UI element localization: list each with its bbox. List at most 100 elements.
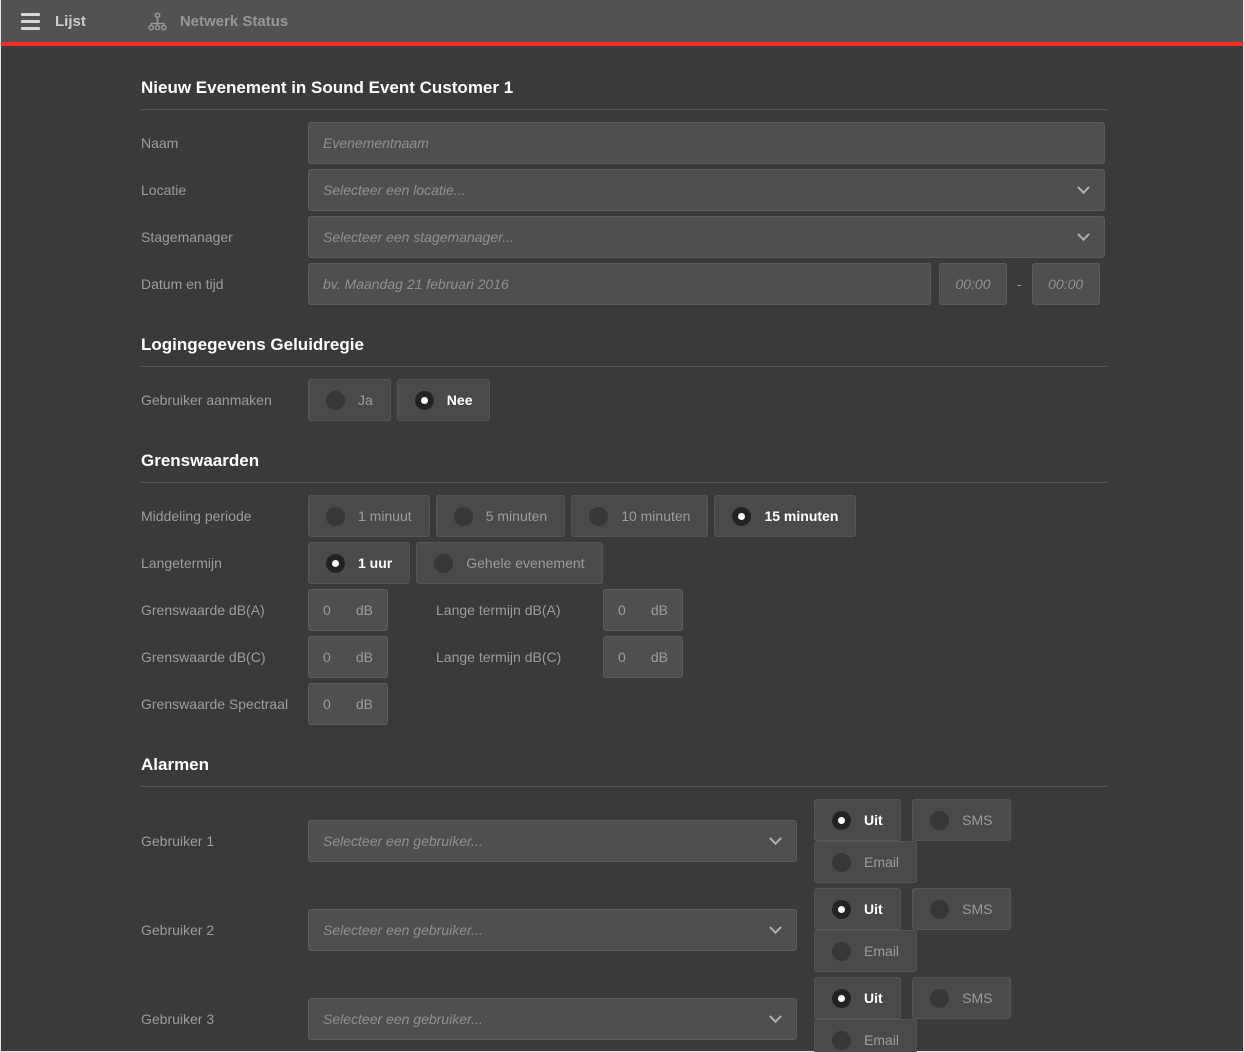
radio-icon <box>832 811 851 830</box>
gebruiker-aanmaken-label: Gebruiker aanmaken <box>141 392 308 408</box>
naam-input[interactable] <box>308 122 1105 164</box>
grenswaarde-dbc-value[interactable] <box>323 649 345 665</box>
gebruiker-2-label: Gebruiker 2 <box>141 922 308 938</box>
grenswaarde-dba-label: Grenswaarde dB(A) <box>141 602 308 618</box>
app-window: Lijst Netwerk Status Nieuw Evenement in … <box>0 0 1244 1052</box>
lange-termijn-dbc-label: Lange termijn dB(C) <box>436 649 603 665</box>
gebruiker-select-placeholder: Selecteer een gebruiker... <box>323 922 483 938</box>
grenswaarde-spectraal-value[interactable] <box>323 696 345 712</box>
gebruiker-1-select[interactable]: Selecteer een gebruiker... <box>308 820 797 862</box>
stagemanager-label: Stagemanager <box>141 229 308 245</box>
field-row-locatie: Locatie Selecteer een locatie... <box>141 169 1107 211</box>
top-navigation-bar: Lijst Netwerk Status <box>1 0 1243 42</box>
grenswaarde-dbc-label: Grenswaarde dB(C) <box>141 649 308 665</box>
radio-icon <box>930 900 949 919</box>
toggle-sms[interactable]: SMS <box>912 799 1010 841</box>
alarm-row-gebruiker-1: Gebruiker 1 Selecteer een gebruiker... U… <box>141 799 1107 883</box>
gebruiker-select-placeholder: Selecteer een gebruiker... <box>323 1011 483 1027</box>
lange-termijn-dbc-value[interactable] <box>618 649 640 665</box>
toggle-uit[interactable]: Uit <box>814 799 901 841</box>
gebruiker-1-label: Gebruiker 1 <box>141 833 308 849</box>
section-grenswaarden: Grenswaarden Middeling periode 1 minuut … <box>141 451 1107 725</box>
menu-toggle[interactable]: Lijst <box>21 13 86 30</box>
alarm-row-gebruiker-2: Gebruiker 2 Selecteer een gebruiker... U… <box>141 888 1107 972</box>
toggle-email[interactable]: Email <box>814 1019 917 1052</box>
radio-icon <box>832 989 851 1008</box>
toggle-email[interactable]: Email <box>814 930 917 972</box>
radio-icon <box>415 391 434 410</box>
radio-icon <box>832 900 851 919</box>
radio-icon <box>326 507 345 526</box>
lange-termijn-dbc-input[interactable]: dB <box>603 636 683 678</box>
grenswaarde-dba-input[interactable]: dB <box>308 589 388 631</box>
naam-label: Naam <box>141 135 308 151</box>
chevron-down-icon <box>769 921 782 934</box>
page-title: Nieuw Evenement in Sound Event Customer … <box>141 78 1107 110</box>
toggle-nee[interactable]: Nee <box>397 379 491 421</box>
alarmen-section-title: Alarmen <box>141 755 1107 787</box>
toggle-uit[interactable]: Uit <box>814 888 901 930</box>
field-row-middeling-periode: Middeling periode 1 minuut 5 minuten 10 … <box>141 495 1107 537</box>
start-time-input[interactable] <box>939 263 1007 305</box>
gebruiker-2-select[interactable]: Selecteer een gebruiker... <box>308 909 797 951</box>
datum-label: Datum en tijd <box>141 276 308 292</box>
gebruiker-2-alarm-options: Uit SMS Email <box>814 888 1107 972</box>
network-tree-icon <box>148 12 167 31</box>
datum-input[interactable] <box>308 263 931 305</box>
section-alarmen: Alarmen Gebruiker 1 Selecteer een gebrui… <box>141 755 1107 1052</box>
hamburger-icon[interactable] <box>21 13 40 30</box>
grenswaarde-spectraal-input[interactable]: dB <box>308 683 388 725</box>
locatie-select[interactable]: Selecteer een locatie... <box>308 169 1105 211</box>
gebruiker-select-placeholder: Selecteer een gebruiker... <box>323 833 483 849</box>
radio-icon <box>832 942 851 961</box>
db-unit-label: dB <box>356 649 373 665</box>
stagemanager-select-placeholder: Selecteer een stagemanager... <box>323 229 514 245</box>
grenswaarde-spectraal-label: Grenswaarde Spectraal <box>141 696 308 712</box>
gebruiker-1-alarm-options: Uit SMS Email <box>814 799 1107 883</box>
db-unit-label: dB <box>356 696 373 712</box>
stagemanager-select[interactable]: Selecteer een stagemanager... <box>308 216 1105 258</box>
chevron-down-icon <box>1077 228 1090 241</box>
toggle-10-minuten[interactable]: 10 minuten <box>571 495 708 537</box>
radio-icon <box>832 1031 851 1050</box>
field-row-langetermijn: Langetermijn 1 uur Gehele evenement <box>141 542 1107 584</box>
toggle-sms[interactable]: SMS <box>912 888 1010 930</box>
radio-icon <box>326 391 345 410</box>
toggle-gehele-evenement[interactable]: Gehele evenement <box>416 542 602 584</box>
toggle-5-minuten[interactable]: 5 minuten <box>436 495 565 537</box>
toggle-sms[interactable]: SMS <box>912 977 1010 1019</box>
grenswaarde-dba-value[interactable] <box>323 602 345 618</box>
toggle-ja[interactable]: Ja <box>308 379 391 421</box>
radio-icon <box>326 554 345 573</box>
langetermijn-label: Langetermijn <box>141 555 308 571</box>
network-status-label[interactable]: Netwerk Status <box>180 13 288 30</box>
toggle-1-minuut[interactable]: 1 minuut <box>308 495 430 537</box>
main-content: Nieuw Evenement in Sound Event Customer … <box>1 46 1243 1052</box>
toggle-email[interactable]: Email <box>814 841 917 883</box>
locatie-select-placeholder: Selecteer een locatie... <box>323 182 465 198</box>
end-time-input[interactable] <box>1032 263 1100 305</box>
section-login: Logingegevens Geluidregie Gebruiker aanm… <box>141 335 1107 421</box>
db-unit-label: dB <box>651 602 668 618</box>
lange-termijn-dba-input[interactable]: dB <box>603 589 683 631</box>
lange-termijn-dba-label: Lange termijn dB(A) <box>436 602 603 618</box>
radio-icon <box>732 507 751 526</box>
gebruiker-3-select[interactable]: Selecteer een gebruiker... <box>308 998 797 1040</box>
lange-termijn-dba-value[interactable] <box>618 602 640 618</box>
field-row-datum: Datum en tijd - <box>141 263 1107 305</box>
time-range-separator: - <box>1017 276 1022 292</box>
menu-label[interactable]: Lijst <box>55 13 86 30</box>
chevron-down-icon <box>1077 181 1090 194</box>
field-row-grenswaarde-dbc: Grenswaarde dB(C) dB Lange termijn dB(C)… <box>141 636 1107 678</box>
toggle-1-uur[interactable]: 1 uur <box>308 542 410 584</box>
toggle-15-minuten[interactable]: 15 minuten <box>714 495 856 537</box>
nav-item-network-status[interactable]: Netwerk Status <box>148 12 288 31</box>
gebruiker-3-alarm-options: Uit SMS Email <box>814 977 1107 1052</box>
field-row-grenswaarde-dba: Grenswaarde dB(A) dB Lange termijn dB(A)… <box>141 589 1107 631</box>
locatie-label: Locatie <box>141 182 308 198</box>
field-row-grenswaarde-spectraal: Grenswaarde Spectraal dB <box>141 683 1107 725</box>
field-row-gebruiker-aanmaken: Gebruiker aanmaken Ja Nee <box>141 379 1107 421</box>
toggle-uit[interactable]: Uit <box>814 977 901 1019</box>
grenswaarde-dbc-input[interactable]: dB <box>308 636 388 678</box>
gebruiker-3-label: Gebruiker 3 <box>141 1011 308 1027</box>
